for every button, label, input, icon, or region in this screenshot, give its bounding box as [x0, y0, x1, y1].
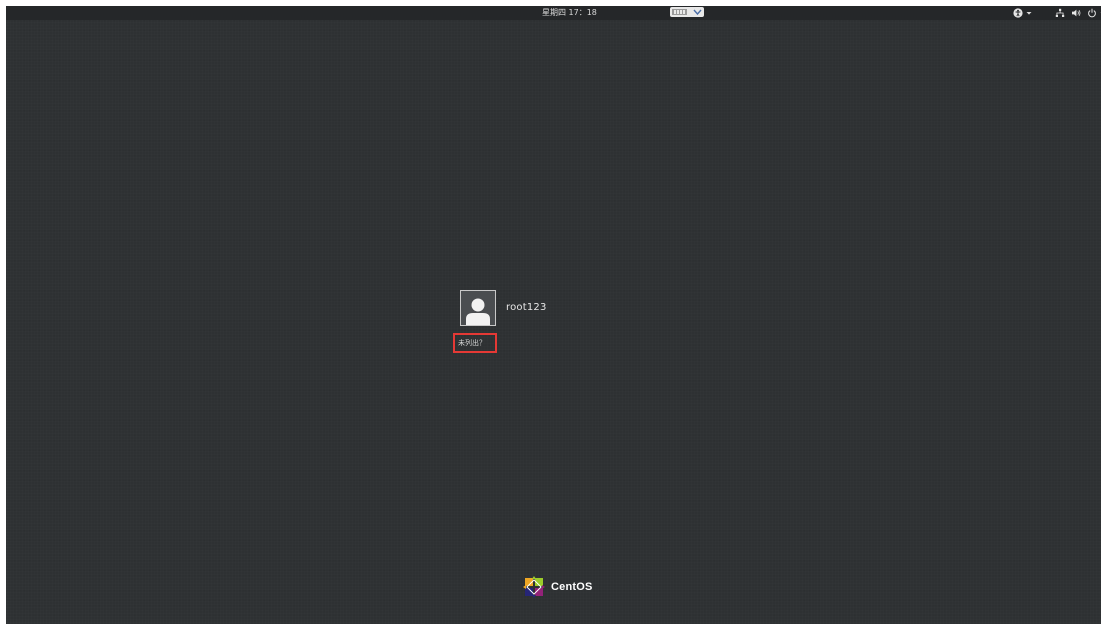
accessibility-icon [1013, 8, 1023, 18]
login-screen: 星期四 17：18 root123 未列出？ CentOS [6, 6, 1101, 624]
system-menu[interactable] [1055, 6, 1101, 20]
distro-name: CentOS [551, 581, 593, 593]
clock[interactable]: 星期四 17：18 [542, 7, 597, 18]
keyboard-layout-icon [672, 9, 687, 15]
not-listed-label: 未列出？ [458, 338, 486, 347]
network-icon [1055, 8, 1065, 17]
user-name: root123 [506, 302, 547, 313]
user-avatar-icon [460, 290, 496, 326]
accessibility-menu[interactable] [1013, 6, 1032, 20]
volume-icon [1072, 9, 1081, 17]
distro-branding: CentOS [523, 576, 593, 598]
power-icon [1088, 8, 1096, 18]
centos-logo-icon [523, 576, 545, 598]
top-bar: 星期四 17：18 [6, 6, 1101, 20]
caret-down-icon [1026, 12, 1032, 15]
input-method-indicator[interactable] [670, 7, 704, 17]
not-listed-link[interactable]: 未列出？ [453, 333, 497, 353]
caret-down-icon [1100, 12, 1101, 13]
user-list-item[interactable]: root123 [460, 290, 547, 326]
chevron-down-icon [693, 9, 702, 15]
